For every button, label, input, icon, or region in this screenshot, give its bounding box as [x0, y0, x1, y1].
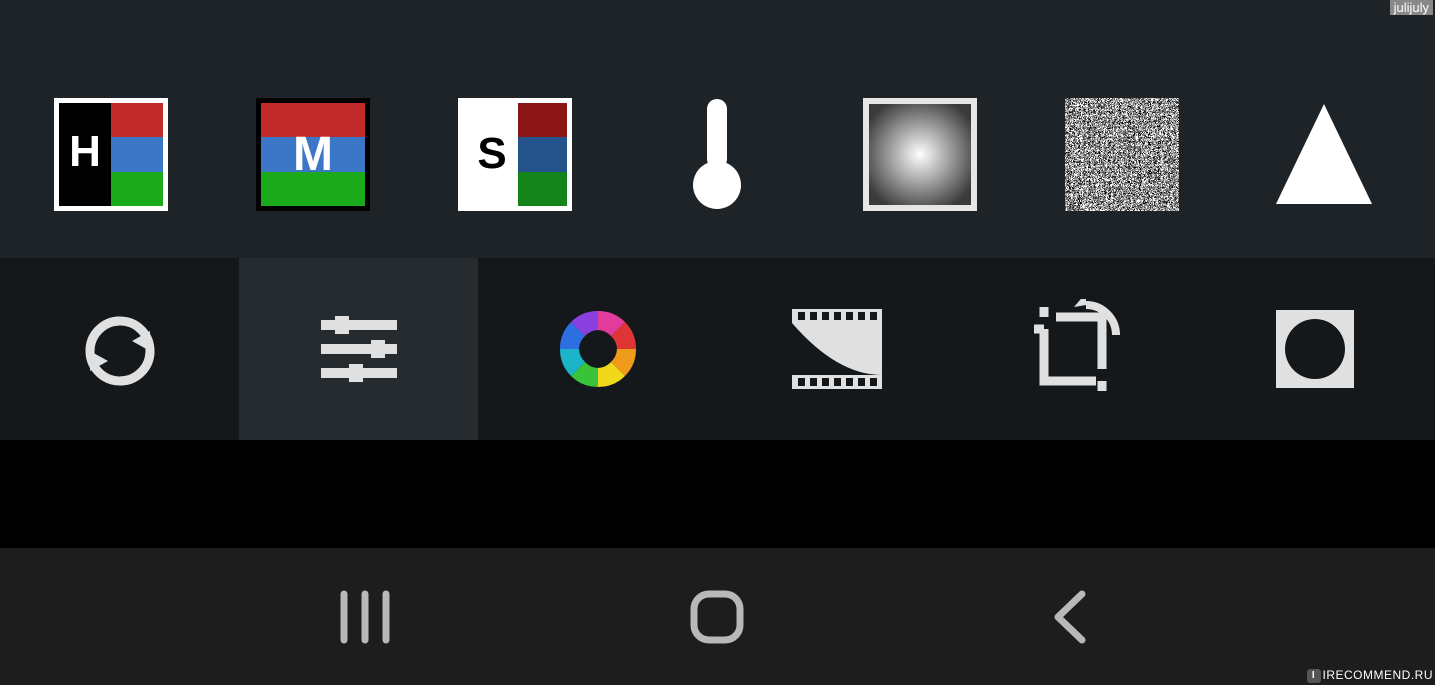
watermark-site: IIRECOMMEND.RU — [1307, 668, 1434, 683]
back-icon — [1048, 588, 1092, 646]
category-color[interactable] — [478, 258, 717, 440]
category-reset[interactable] — [0, 258, 239, 440]
category-filter[interactable] — [718, 258, 957, 440]
vignette-icon — [863, 98, 977, 211]
tool-noise[interactable] — [1062, 94, 1182, 214]
sliders-icon — [321, 316, 397, 382]
watermark-user: julijuly — [1390, 0, 1433, 15]
midtones-icon: M — [256, 98, 370, 211]
svg-text:M: M — [293, 128, 333, 181]
tool-midtones[interactable]: M — [253, 94, 373, 214]
reset-icon — [78, 311, 162, 387]
highlights-icon: H — [54, 98, 168, 211]
nav-back[interactable] — [982, 588, 1158, 646]
tool-sharpen[interactable] — [1264, 94, 1384, 214]
temperature-icon — [687, 95, 747, 213]
tool-vignette[interactable] — [860, 94, 980, 214]
category-toolbar — [0, 258, 1435, 440]
svg-text:S: S — [478, 129, 507, 178]
noise-icon — [1065, 98, 1179, 211]
category-crop[interactable] — [957, 258, 1196, 440]
watermark-site-label: IRECOMMEND.RU — [1323, 668, 1434, 682]
nav-recents[interactable] — [276, 588, 452, 646]
shadows-icon: S — [458, 98, 572, 211]
shape-icon — [1276, 310, 1354, 388]
status-bar — [0, 0, 1435, 50]
home-icon — [687, 587, 747, 647]
watermark-badge-icon: I — [1307, 669, 1321, 683]
adjustments-toolbar: H M S — [0, 50, 1435, 258]
crop-icon — [1026, 299, 1126, 399]
tool-shadows[interactable]: S — [455, 94, 575, 214]
recents-icon — [336, 588, 394, 646]
color-icon — [555, 306, 641, 392]
sharpen-icon — [1272, 102, 1376, 206]
category-adjust[interactable] — [239, 258, 478, 440]
spacer — [0, 440, 1435, 548]
tool-temperature[interactable] — [657, 94, 777, 214]
film-icon — [792, 309, 882, 389]
category-shape[interactable] — [1196, 258, 1435, 440]
system-nav-bar — [0, 548, 1435, 685]
nav-home[interactable] — [629, 587, 805, 647]
svg-text:H: H — [69, 127, 101, 176]
tool-highlights[interactable]: H — [51, 94, 171, 214]
